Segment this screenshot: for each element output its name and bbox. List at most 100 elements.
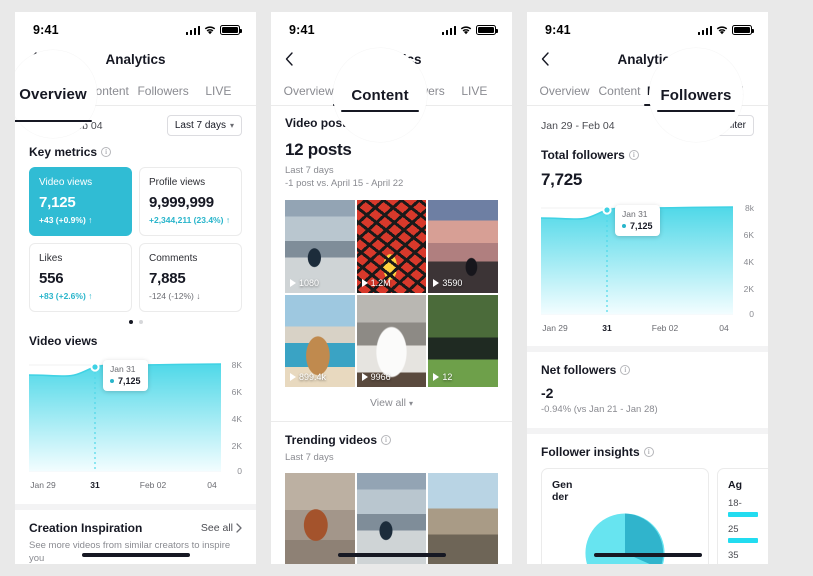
tooltip-value: 7,125 bbox=[630, 221, 653, 231]
tab-followers[interactable]: Followers bbox=[392, 76, 447, 106]
trending-videos-section: Trending videos i Last 7 days bbox=[271, 422, 512, 564]
series-dot bbox=[110, 379, 114, 383]
battery-icon bbox=[220, 25, 242, 35]
video-cell[interactable]: 12 bbox=[428, 294, 498, 388]
thumbnail-image bbox=[356, 473, 427, 564]
status-icons bbox=[697, 25, 754, 35]
metric-card-comments[interactable]: Comments 7,885 -124 (-12%) ↓ bbox=[139, 243, 242, 312]
insight-cards[interactable]: Gen der Ag 18- 25 35 bbox=[541, 467, 768, 564]
trending-cell[interactable] bbox=[285, 473, 355, 564]
tab-live[interactable]: LIVE bbox=[447, 76, 502, 106]
tab-live[interactable]: LIVE bbox=[703, 76, 758, 106]
tab-bar: Overview Content Followers LIVE bbox=[271, 76, 512, 106]
back-button[interactable] bbox=[285, 52, 305, 66]
gender-insight-card[interactable]: Gen der bbox=[541, 467, 709, 564]
posts-compare: -1 post vs. April 15 - April 22 bbox=[285, 177, 404, 189]
age-insight-card[interactable]: Ag 18- 25 35 bbox=[717, 467, 768, 564]
metric-card-profile-views[interactable]: Profile views 9,999,999 +2,344,211 (23.4… bbox=[139, 167, 242, 236]
metric-card-video-views[interactable]: Video views 7,125 +43 (+0.9%) ↑ bbox=[29, 167, 132, 236]
followers-scroll[interactable]: Jan 29 - Feb 04 Filter Total followers i… bbox=[527, 106, 768, 564]
status-icons bbox=[441, 25, 498, 35]
video-views-chart[interactable]: 8K 6K 4K 2K 0 Jan 31 7,125 bbox=[29, 358, 242, 476]
video-posts-title: Video posts i bbox=[285, 116, 498, 130]
video-cell[interactable]: 3590 bbox=[428, 199, 498, 293]
screenshot-stage: 9:41 Analytics Overview Content Follower… bbox=[0, 0, 813, 576]
metric-delta: +43 (+0.9%) ↑ bbox=[39, 215, 93, 225]
trending-period: Last 7 days bbox=[285, 452, 334, 464]
chevron-down-icon: ▾ bbox=[408, 398, 413, 408]
metric-value: 556 bbox=[39, 270, 64, 287]
filter-button[interactable]: Filter bbox=[702, 115, 754, 136]
tooltip-value-row: 7,125 bbox=[110, 376, 141, 386]
metric-cards: Video views 7,125 +43 (+0.9%) ↑ Profile … bbox=[29, 167, 242, 312]
video-views-stat: 1.2M bbox=[361, 278, 391, 288]
tab-overview[interactable]: Overview bbox=[537, 76, 592, 106]
total-followers-value: 7,725 bbox=[541, 170, 583, 189]
filter-icon bbox=[710, 121, 720, 130]
y-tick: 0 bbox=[237, 466, 242, 476]
tab-followers[interactable]: Followers bbox=[647, 76, 703, 106]
metric-card-likes[interactable]: Likes 556 +83 (+2.6%) ↑ bbox=[29, 243, 132, 312]
total-followers-chart[interactable]: 8k 6K 4K 2K 0 Jan 31 7,125 bbox=[541, 201, 754, 319]
video-cell[interactable]: 1.2M bbox=[356, 199, 427, 293]
net-followers-compare: -0.94% (vs Jan 21 - Jan 28) bbox=[541, 404, 658, 415]
creation-title: Creation Inspiration bbox=[29, 521, 143, 535]
trending-grid[interactable] bbox=[285, 473, 498, 564]
metric-value: 7,885 bbox=[149, 270, 186, 287]
video-posts-section: Video posts i 12 posts Last 7 days -1 po… bbox=[271, 106, 512, 421]
video-posts-label: Video posts bbox=[285, 116, 353, 130]
see-all-button[interactable]: See all bbox=[201, 522, 242, 534]
tab-followers[interactable]: Followers bbox=[136, 76, 191, 106]
cellular-signal-icon bbox=[441, 25, 456, 35]
age-row: 35 bbox=[728, 550, 768, 561]
overview-scroll[interactable]: Jan 29 - Feb 04 Last 7 days ▾ Key metric… bbox=[15, 106, 256, 564]
phone-content: 9:41 Analytics Overview Content Follower… bbox=[271, 12, 512, 564]
info-icon[interactable]: i bbox=[628, 150, 639, 160]
trending-cell[interactable] bbox=[356, 473, 427, 564]
page-title: Analytics bbox=[361, 51, 422, 67]
info-icon[interactable]: i bbox=[620, 365, 631, 375]
video-cell[interactable]: 899.4k bbox=[285, 294, 355, 388]
tooltip-date: Jan 31 bbox=[622, 209, 648, 219]
y-tick: 4K bbox=[743, 257, 754, 267]
y-axis-labels: 8k 6K 4K 2K 0 bbox=[732, 201, 754, 319]
x-tick: Jan 29 bbox=[542, 323, 568, 333]
content-scroll[interactable]: Video posts i 12 posts Last 7 days -1 po… bbox=[271, 106, 512, 564]
status-time: 9:41 bbox=[289, 23, 315, 37]
trending-cell[interactable] bbox=[428, 473, 498, 564]
back-button[interactable] bbox=[541, 52, 561, 66]
thumbnail-image bbox=[285, 473, 355, 564]
age-label: 35 bbox=[728, 549, 739, 561]
video-cell[interactable]: 9966 bbox=[356, 294, 427, 388]
view-all-button[interactable]: View all ▾ bbox=[285, 387, 498, 421]
pager-dot-2[interactable] bbox=[138, 320, 143, 324]
chevron-left-icon bbox=[541, 52, 549, 66]
battery-icon bbox=[732, 25, 754, 35]
tab-content[interactable]: Content bbox=[336, 76, 391, 106]
back-button[interactable] bbox=[29, 52, 49, 66]
age-row: 18- bbox=[728, 498, 768, 517]
carousel-pager[interactable] bbox=[29, 320, 242, 324]
tab-live[interactable]: LIVE bbox=[191, 76, 246, 106]
net-followers-value: -2 bbox=[541, 385, 554, 401]
view-all-label: View all bbox=[369, 397, 406, 410]
tooltip-date: Jan 31 bbox=[110, 364, 136, 374]
pager-dot-1[interactable] bbox=[128, 320, 133, 324]
info-icon[interactable]: i bbox=[356, 118, 367, 128]
info-icon[interactable]: i bbox=[381, 435, 392, 446]
tab-content[interactable]: Content bbox=[80, 76, 135, 106]
metric-label: Video views bbox=[39, 177, 93, 188]
net-followers-title: Net followers i bbox=[541, 363, 754, 377]
tab-overview[interactable]: Overview bbox=[25, 76, 80, 106]
info-icon[interactable]: i bbox=[643, 446, 654, 457]
home-indicator bbox=[337, 553, 446, 557]
tab-overview[interactable]: Overview bbox=[281, 76, 336, 106]
info-icon[interactable]: i bbox=[101, 147, 112, 157]
tab-content[interactable]: Content bbox=[592, 76, 647, 106]
trend-up-icon: ↑ bbox=[88, 215, 93, 225]
play-icon bbox=[290, 373, 296, 382]
home-indicator bbox=[81, 553, 190, 557]
video-cell[interactable]: 1080 bbox=[285, 199, 355, 293]
range-selector[interactable]: Last 7 days ▾ bbox=[166, 115, 242, 136]
video-grid[interactable]: 1080 1.2M 3590 899.4k 9966 12 bbox=[285, 199, 498, 388]
